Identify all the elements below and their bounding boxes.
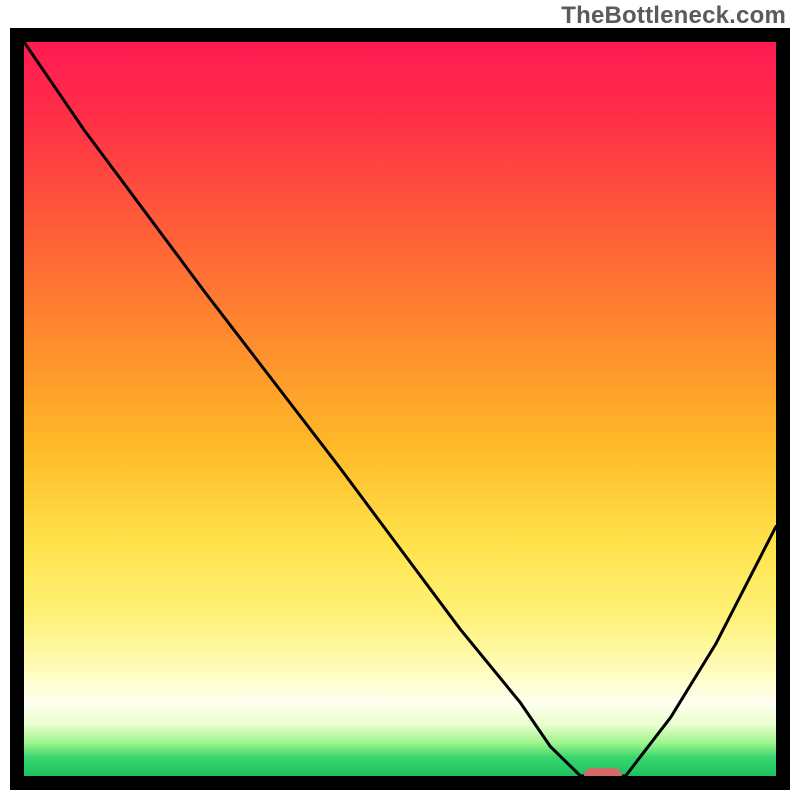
watermark-text: TheBottleneck.com — [561, 2, 786, 30]
heatmap-gradient — [24, 42, 776, 776]
sweet-spot-marker — [584, 768, 622, 776]
chart-page: TheBottleneck.com — [0, 0, 800, 800]
plot-area — [24, 42, 776, 776]
